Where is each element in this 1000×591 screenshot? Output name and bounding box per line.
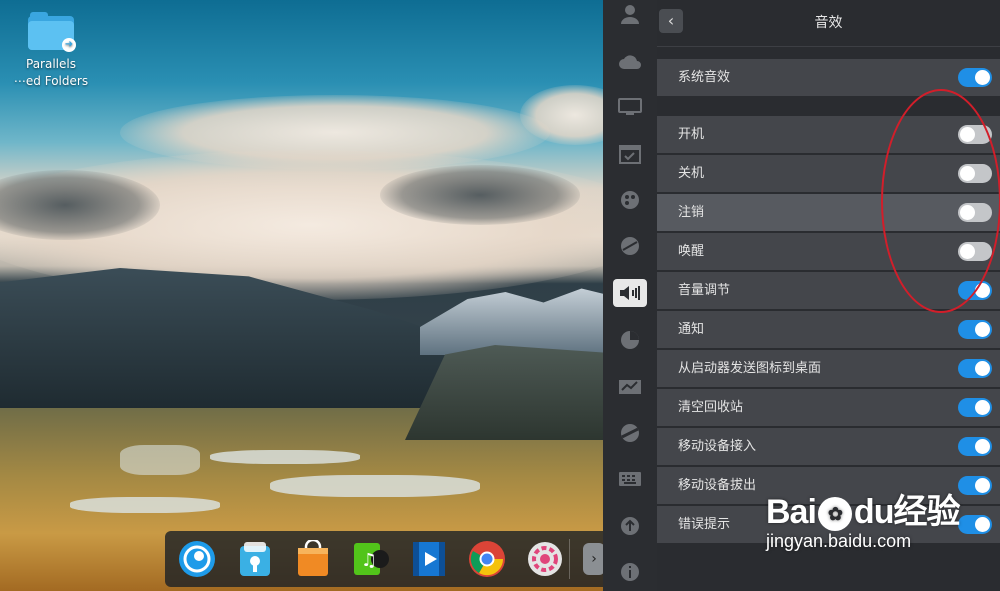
wallpaper-cloud-shadow <box>380 165 580 225</box>
network-icon[interactable] <box>613 232 647 260</box>
setting-label: 系统音效 <box>678 70 731 85</box>
dock-separator <box>569 539 570 579</box>
cloud-icon[interactable] <box>613 48 647 76</box>
dock-item-music[interactable]: ♫ <box>349 537 393 581</box>
dock-item-video[interactable] <box>407 537 451 581</box>
setting-label: 通知 <box>678 322 705 337</box>
shopping-bag-icon <box>298 540 328 576</box>
folder-icon: ➜ <box>28 12 76 52</box>
paw-icon: ✿ <box>817 497 852 532</box>
chrome-icon <box>469 541 505 577</box>
wallpaper-lake <box>270 475 480 497</box>
dock-expand-button[interactable]: › <box>583 543 605 575</box>
setting-toggle[interactable] <box>958 398 992 417</box>
setting-row: 清空回收站 <box>657 389 1000 426</box>
setting-label: 注销 <box>678 205 705 220</box>
system-sound-toggle[interactable] <box>958 68 992 87</box>
power-icon[interactable] <box>613 326 647 354</box>
setting-label: 音量调节 <box>678 283 731 298</box>
dock-item-app-store[interactable] <box>233 537 277 581</box>
setting-label: 移动设备拔出 <box>678 478 757 493</box>
dock-item-settings[interactable] <box>523 537 567 581</box>
setting-row: 从启动器发送图标到桌面 <box>657 350 1000 387</box>
wallpaper-snow-peaks <box>420 288 603 355</box>
personalization-icon[interactable] <box>613 186 647 214</box>
mouse-icon[interactable] <box>613 373 647 401</box>
music-icon: ♫ <box>354 543 389 575</box>
upload-icon[interactable] <box>613 512 647 540</box>
desktop-icon-parallels-shared-folders[interactable]: ➜ Parallels ⋯ed Folders <box>12 12 90 90</box>
setting-label: 移动设备接入 <box>678 439 757 454</box>
wallpaper-lake <box>70 497 220 513</box>
shortcut-arrow-icon: ➜ <box>62 38 76 52</box>
setting-label: 唤醒 <box>678 244 705 259</box>
setting-row: 通知 <box>657 311 1000 348</box>
update-icon[interactable] <box>613 419 647 447</box>
calendar-icon[interactable] <box>613 140 647 168</box>
svg-text:♫: ♫ <box>361 550 377 571</box>
setting-label: 错误提示 <box>678 517 731 532</box>
desktop-icon-label-line2: ⋯ed Folders <box>13 74 89 88</box>
wallpaper-river <box>120 445 200 475</box>
watermark-url: jingyan.baidu.com <box>766 531 912 551</box>
gear-icon <box>528 542 562 576</box>
dock-item-launcher[interactable] <box>175 537 219 581</box>
dock-item-shopping[interactable] <box>291 537 335 581</box>
setting-label: 从启动器发送图标到桌面 <box>678 361 822 376</box>
user-icon[interactable] <box>613 0 647 28</box>
annotation-ellipse <box>881 89 1000 313</box>
watermark-logo: Bai ✿ du经验 <box>766 493 960 532</box>
desktop-wallpaper: ➜ Parallels ⋯ed Folders <box>0 0 603 591</box>
panel-header: ‹ 音效 <box>657 0 1000 47</box>
setting-label: 清空回收站 <box>678 400 744 415</box>
setting-toggle[interactable] <box>958 320 992 339</box>
dock: ♫ › <box>165 531 610 587</box>
display-icon[interactable] <box>613 93 647 121</box>
control-center-nav <box>603 0 657 591</box>
baidu-jingyan-watermark: Bai ✿ du经验 jingyan.baidu.com <box>766 484 986 552</box>
deepin-logo-icon <box>179 541 215 577</box>
sound-icon[interactable] <box>613 279 647 307</box>
desktop-icon-label-line1: Parallels <box>26 57 76 71</box>
setting-toggle[interactable] <box>958 359 992 378</box>
setting-label: 关机 <box>678 166 705 181</box>
setting-row: 移动设备接入 <box>657 428 1000 465</box>
setting-toggle[interactable] <box>958 437 992 456</box>
wallpaper-lake <box>210 450 360 464</box>
info-icon[interactable] <box>613 558 647 586</box>
video-icon <box>413 542 445 576</box>
dock-item-chrome[interactable] <box>465 537 509 581</box>
store-icon <box>240 542 270 576</box>
setting-label: 开机 <box>678 127 705 142</box>
keyboard-icon[interactable] <box>613 465 647 493</box>
page-title: 音效 <box>814 15 843 31</box>
